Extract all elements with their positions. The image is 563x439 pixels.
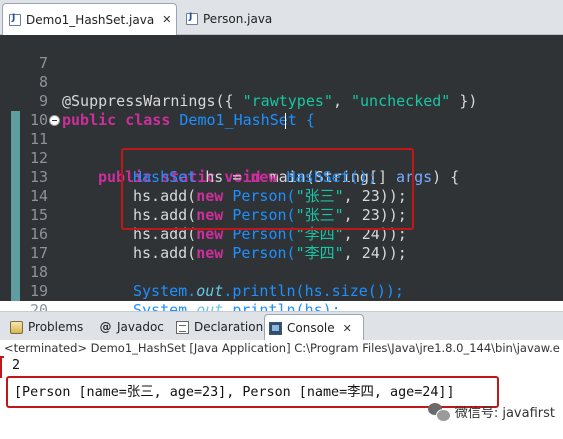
tab-demo1-hashset[interactable]: Demo1_HashSet.java ✕ — [2, 3, 177, 35]
tab-person[interactable]: Person.java — [180, 4, 300, 33]
tab-label: Console — [287, 321, 335, 335]
watermark-text: 微信号: javafirst — [454, 406, 555, 421]
text-caret — [285, 113, 286, 129]
code-line: 7 — [0, 35, 563, 72]
code-line: 8 @SuppressWarnings({ "rawtypes", "unche… — [0, 54, 563, 110]
tab-problems[interactable]: Problems — [6, 316, 83, 338]
tab-console[interactable]: Console ✕ — [264, 314, 364, 341]
terminated-status: <terminated> Demo1_HashSet [Java Applica… — [4, 341, 560, 355]
code-line: 20 } — [0, 282, 563, 338]
close-icon[interactable]: ✕ — [162, 13, 171, 26]
problems-icon — [10, 320, 23, 334]
tab-label: Declaration — [194, 320, 264, 334]
wechat-icon — [427, 402, 451, 422]
tab-label: Person.java — [203, 11, 273, 26]
tab-label: Problems — [28, 320, 84, 334]
code-editor[interactable]: 7 8 @SuppressWarnings({ "rawtypes", "unc… — [0, 35, 563, 338]
fold-collapse-icon[interactable] — [49, 115, 60, 126]
tab-label: Javadoc — [117, 320, 164, 334]
java-file-icon — [186, 12, 198, 25]
code-line: 18 System.out.println(hs.size()); — [0, 244, 563, 300]
output-highlight-box — [6, 376, 499, 408]
tab-label: Demo1_HashSet.java — [26, 12, 155, 27]
console-line: 2 — [12, 358, 21, 373]
views-tab-bar: Problems @ Javadoc Declaration Console ✕ — [0, 311, 563, 341]
code-line: 10 — [0, 92, 563, 129]
editor-tab-bar: Demo1_HashSet.java ✕ Person.java — [0, 0, 563, 35]
tab-javadoc[interactable]: @ Javadoc — [95, 316, 164, 338]
output-marker — [0, 356, 4, 378]
console-icon — [269, 321, 282, 335]
tab-declaration[interactable]: Declaration — [172, 316, 263, 338]
close-icon[interactable]: ✕ — [343, 322, 352, 335]
code-line: 12 HashSet hs = new HashSet(); — [0, 130, 563, 186]
declaration-icon — [176, 320, 189, 334]
code-highlight-box — [121, 148, 414, 230]
console-output[interactable]: <terminated> Demo1_HashSet [Java Applica… — [0, 340, 563, 439]
code-line: 9 public class Demo1_HashSet { — [0, 73, 563, 129]
java-file-icon — [9, 13, 21, 26]
code-line: 11 public static void main(String[] args… — [0, 111, 563, 186]
code-line: 19 System.out.println(hs); — [0, 263, 563, 319]
at-icon: @ — [99, 319, 112, 334]
wechat-watermark: 微信号: javafirst — [427, 402, 555, 422]
